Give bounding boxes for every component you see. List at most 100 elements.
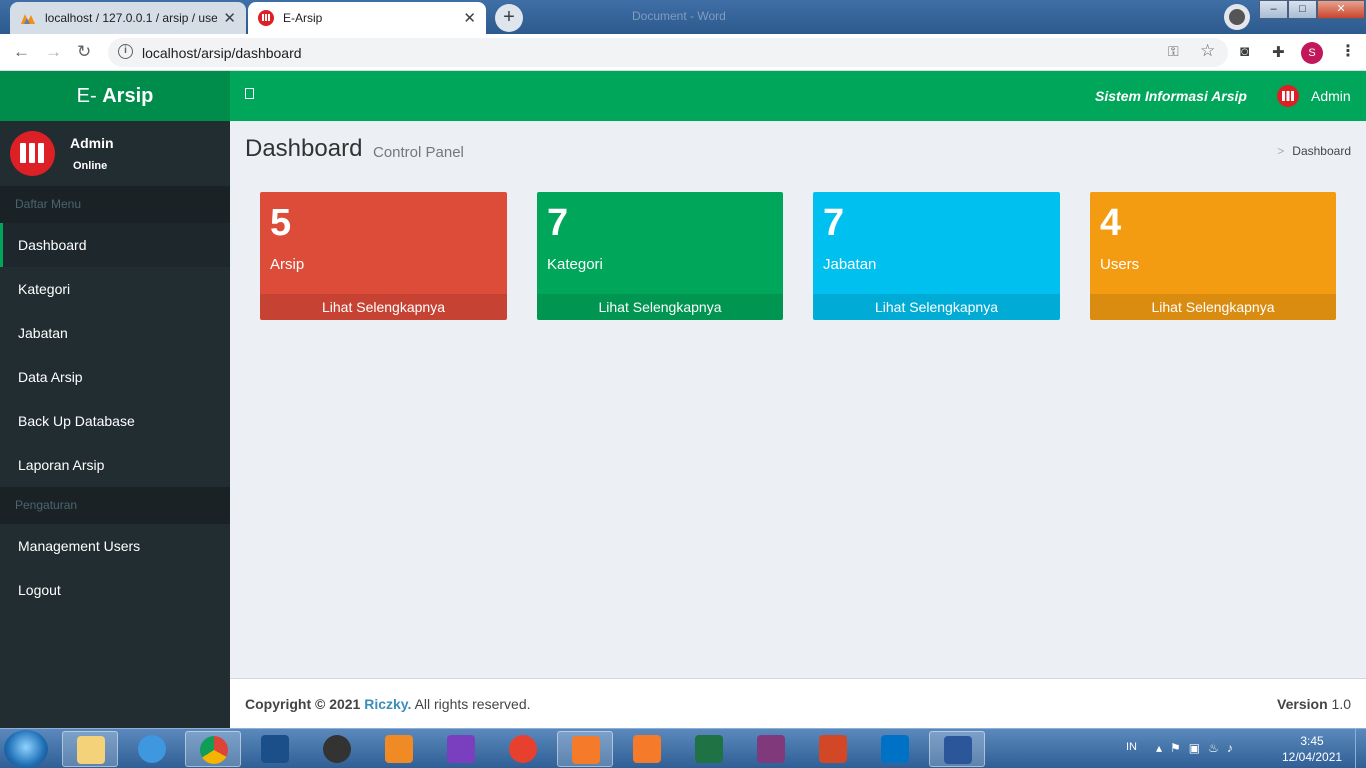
version-label: Version: [1277, 696, 1328, 712]
taskbar-inkscape[interactable]: [309, 731, 365, 767]
show-desktop-button[interactable]: [1355, 729, 1366, 768]
browser-tab-earsip[interactable]: E-Arsip ✕: [248, 2, 486, 34]
app-header: E- Arsip Sistem Informasi Arsip Admin: [0, 71, 1366, 121]
profile-avatar[interactable]: S: [1301, 42, 1323, 64]
footer-version: Version 1.0: [1277, 696, 1351, 712]
recorder-icon: [509, 735, 537, 763]
window-controls: – □ ✕: [1259, 0, 1365, 20]
password-key-icon[interactable]: ⚿: [1168, 43, 1179, 60]
sidebar-item-data-arsip[interactable]: Data Arsip: [0, 355, 230, 399]
sidebar-item-logout[interactable]: Logout: [0, 568, 230, 612]
page-title: Dashboard: [245, 135, 363, 162]
taskbar-clock[interactable]: 3:45 12/04/2021: [1282, 733, 1342, 765]
taskbar-outlook[interactable]: [867, 731, 923, 767]
taskbar-screen-recorder[interactable]: [495, 731, 551, 767]
header-title: Sistem Informasi Arsip: [1095, 88, 1247, 104]
stat-more-link[interactable]: Lihat Selengkapnya: [1090, 294, 1336, 320]
stat-box-users: 4 Users Lihat Selengkapnya: [1090, 192, 1336, 320]
phpmyadmin-icon: [21, 14, 35, 24]
taskbar-xampp-2[interactable]: [619, 731, 675, 767]
address-bar[interactable]: i localhost/arsip/dashboard ⚿ ☆: [108, 38, 1228, 67]
tab-title: localhost / 127.0.0.1 / arsip / user: [45, 11, 218, 25]
tab-title: E-Arsip: [283, 11, 323, 25]
stat-more-link[interactable]: Lihat Selengkapnya: [260, 294, 507, 320]
taskbar-xampp-1[interactable]: [557, 731, 613, 767]
forward-arrow-icon[interactable]: →: [45, 42, 62, 62]
browser-tab-strip: localhost / 127.0.0.1 / arsip / user ✕ E…: [0, 0, 1366, 34]
app-logo[interactable]: E- Arsip: [0, 71, 230, 121]
taskbar-onenote[interactable]: [743, 731, 799, 767]
breadcrumb-item[interactable]: Dashboard: [1292, 144, 1351, 158]
browser-tab-phpmyadmin[interactable]: localhost / 127.0.0.1 / arsip / user ✕: [10, 2, 246, 34]
stat-box-kategori: 7 Kategori Lihat Selengkapnya: [537, 192, 783, 320]
url-text[interactable]: localhost/arsip/dashboard: [142, 45, 302, 61]
new-tab-button[interactable]: +: [495, 4, 523, 32]
extensions-puzzle-icon[interactable]: ✚: [1272, 43, 1285, 61]
archive-books-icon: [20, 143, 45, 163]
system-tray-icons[interactable]: ▴⚑▣♨♪: [1156, 741, 1241, 755]
tab-close-icon[interactable]: ✕: [223, 9, 236, 27]
stat-more-link[interactable]: Lihat Selengkapnya: [813, 294, 1060, 320]
avatar: [10, 131, 55, 176]
taskbar-maxthon[interactable]: [247, 731, 303, 767]
maximize-button[interactable]: □: [1288, 0, 1317, 19]
internet-explorer-icon: [138, 735, 166, 763]
taskbar-visual-studio[interactable]: [433, 731, 489, 767]
visual-studio-icon: [447, 735, 475, 763]
stat-label: Arsip: [270, 256, 305, 273]
clock-date: 12/04/2021: [1282, 750, 1343, 764]
minimize-button[interactable]: –: [1259, 0, 1288, 19]
site-info-icon[interactable]: i: [118, 44, 133, 59]
sidebar-item-kategori[interactable]: Kategori: [0, 267, 230, 311]
taskbar-chrome[interactable]: [185, 731, 241, 767]
taskbar-explorer[interactable]: [62, 731, 118, 767]
tab-search-icon[interactable]: [1224, 4, 1250, 30]
browser-menu-icon[interactable]: ⋮: [1340, 41, 1356, 61]
stat-count: 7: [823, 202, 845, 244]
stat-label: Kategori: [547, 256, 603, 273]
keyboard-language[interactable]: IN: [1126, 741, 1137, 753]
taskbar-media[interactable]: [371, 731, 427, 767]
chrome-icon: [200, 736, 228, 764]
windows-start-icon[interactable]: [4, 730, 48, 768]
rights-text: All rights reserved.: [411, 696, 531, 712]
bookmark-star-icon[interactable]: ☆: [1200, 41, 1215, 61]
stat-more-link[interactable]: Lihat Selengkapnya: [537, 294, 783, 320]
archive-books-icon: [1282, 91, 1294, 101]
breadcrumb: > Dashboard: [1277, 144, 1351, 158]
sidebar-item-laporan-arsip[interactable]: Laporan Arsip: [0, 443, 230, 487]
browser-toolbar: ← → ↻ i localhost/arsip/dashboard ⚿ ☆ ◙ …: [0, 34, 1366, 71]
page-subtitle: Control Panel: [373, 144, 464, 161]
extension-icon[interactable]: ◙: [1240, 43, 1249, 60]
sidebar-item-jabatan[interactable]: Jabatan: [0, 311, 230, 355]
author-link[interactable]: Riczky.: [364, 696, 411, 712]
close-window-button[interactable]: ✕: [1317, 0, 1365, 19]
breadcrumb-separator-icon: >: [1277, 144, 1285, 158]
menu-section-header: Daftar Menu: [0, 186, 230, 223]
background-window-title: Document - Word: [632, 9, 726, 23]
header-user-name[interactable]: Admin: [1311, 88, 1351, 104]
taskbar-powerpoint[interactable]: [805, 731, 861, 767]
stat-label: Jabatan: [823, 256, 877, 273]
file-explorer-icon: [77, 736, 105, 764]
word-icon: [944, 736, 972, 764]
reload-icon[interactable]: ↻: [77, 42, 91, 62]
media-player-icon: [385, 735, 413, 763]
taskbar-excel[interactable]: [681, 731, 737, 767]
sidebar-item-backup-database[interactable]: Back Up Database: [0, 399, 230, 443]
header-avatar[interactable]: [1277, 85, 1299, 107]
taskbar-ie[interactable]: [124, 731, 180, 767]
taskbar-word[interactable]: [929, 731, 985, 767]
sidebar-item-management-users[interactable]: Management Users: [0, 524, 230, 568]
version-value: 1.0: [1327, 696, 1351, 712]
stat-count: 5: [270, 202, 292, 244]
archive-favicon-icon: [258, 10, 274, 26]
os-taskbar: IN ▴⚑▣♨♪ 3:45 12/04/2021: [0, 728, 1366, 768]
sidebar-toggle-icon[interactable]: [245, 88, 254, 99]
stat-count: 7: [547, 202, 569, 244]
tab-close-icon[interactable]: ✕: [463, 9, 476, 27]
footer: Copyright © 2021 Riczky. All rights rese…: [230, 678, 1366, 728]
back-arrow-icon[interactable]: ←: [13, 42, 30, 62]
sidebar-item-dashboard[interactable]: Dashboard: [0, 223, 230, 267]
sidebar: Admin Online Daftar Menu Dashboard Kateg…: [0, 121, 230, 728]
